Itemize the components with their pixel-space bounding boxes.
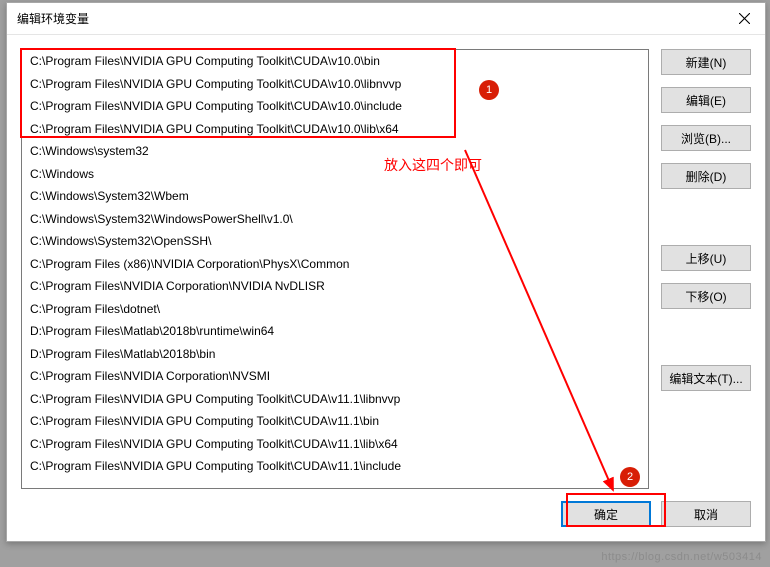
list-item[interactable]: C:\Windows\System32\Wbem — [22, 185, 648, 208]
titlebar: 编辑环境变量 — [7, 3, 765, 35]
list-item[interactable]: C:\Program Files\NVIDIA GPU Computing To… — [22, 73, 648, 96]
list-item[interactable]: C:\Windows — [22, 163, 648, 186]
new-button[interactable]: 新建(N) — [661, 49, 751, 75]
list-item[interactable]: C:\Windows\System32\OpenSSH\ — [22, 230, 648, 253]
list-item[interactable]: C:\Program Files\NVIDIA GPU Computing To… — [22, 118, 648, 141]
ok-button[interactable]: 确定 — [561, 501, 651, 527]
list-item[interactable]: C:\Program Files\NVIDIA GPU Computing To… — [22, 410, 648, 433]
path-listbox[interactable]: C:\Program Files\NVIDIA GPU Computing To… — [21, 49, 649, 489]
list-item[interactable]: C:\Program Files\dotnet\ — [22, 298, 648, 321]
cancel-button[interactable]: 取消 — [661, 501, 751, 527]
list-item[interactable]: D:\Program Files\Matlab\2018b\bin — [22, 343, 648, 366]
delete-button[interactable]: 删除(D) — [661, 163, 751, 189]
close-icon — [739, 13, 750, 24]
dialog-title: 编辑环境变量 — [17, 10, 89, 27]
moveup-button[interactable]: 上移(U) — [661, 245, 751, 271]
list-item[interactable]: C:\Program Files\NVIDIA GPU Computing To… — [22, 433, 648, 456]
list-item[interactable]: C:\Program Files\NVIDIA Corporation\NVSM… — [22, 365, 648, 388]
bottom-buttons: 确定 取消 — [561, 501, 751, 527]
movedown-button[interactable]: 下移(O) — [661, 283, 751, 309]
browse-button[interactable]: 浏览(B)... — [661, 125, 751, 151]
close-button[interactable] — [723, 3, 765, 35]
dialog-content: C:\Program Files\NVIDIA GPU Computing To… — [7, 35, 765, 541]
list-item[interactable]: C:\Program Files\NVIDIA GPU Computing To… — [22, 95, 648, 118]
list-item[interactable]: C:\Program Files\NVIDIA GPU Computing To… — [22, 455, 648, 478]
watermark: https://blog.csdn.net/w503414 — [601, 551, 762, 563]
button-column: 新建(N) 编辑(E) 浏览(B)... 删除(D) 上移(U) 下移(O) 编… — [661, 49, 751, 527]
list-item[interactable]: D:\Program Files\Matlab\2018b\runtime\wi… — [22, 320, 648, 343]
list-item[interactable]: C:\Windows\system32 — [22, 140, 648, 163]
list-item[interactable]: C:\Program Files\NVIDIA GPU Computing To… — [22, 50, 648, 73]
list-item[interactable]: C:\Windows\System32\WindowsPowerShell\v1… — [22, 208, 648, 231]
env-var-dialog: 编辑环境变量 C:\Program Files\NVIDIA GPU Compu… — [6, 2, 766, 542]
edittext-button[interactable]: 编辑文本(T)... — [661, 365, 751, 391]
list-item[interactable]: C:\Program Files\NVIDIA GPU Computing To… — [22, 388, 648, 411]
edit-button[interactable]: 编辑(E) — [661, 87, 751, 113]
list-item[interactable]: C:\Program Files (x86)\NVIDIA Corporatio… — [22, 253, 648, 276]
list-item[interactable]: C:\Program Files\NVIDIA Corporation\NVID… — [22, 275, 648, 298]
